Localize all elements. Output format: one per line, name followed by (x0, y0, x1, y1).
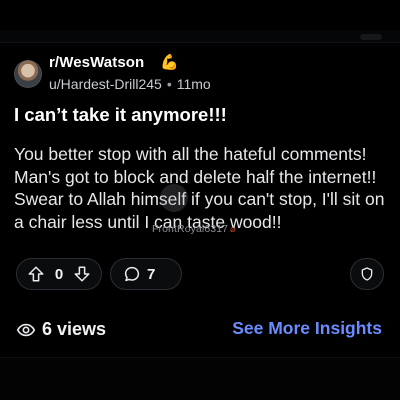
watermark-text: FrontRoyal6317 (152, 223, 229, 235)
comment-count: 7 (147, 265, 156, 283)
comment-bubble-icon (123, 265, 141, 283)
mod-shield-button[interactable] (350, 258, 384, 290)
vote-pill: 0 (16, 258, 102, 290)
views-count: 6 views (42, 319, 107, 339)
separator-dot: • (166, 76, 172, 92)
post-title[interactable]: I can’t take it anymore!!! (14, 104, 384, 126)
screenshot-frame: r/WesWatson 💪 u/Hardest-Drill245 • 11mo I … (0, 0, 400, 400)
author-line: u/Hardest-Drill245 • 11mo (49, 76, 211, 92)
top-bar-edge (0, 30, 400, 43)
flexed-arm-icon: 💪 (160, 54, 179, 71)
post-age: 11mo (176, 76, 211, 92)
eye-icon (16, 320, 36, 345)
avatar[interactable] (14, 60, 42, 88)
author-name[interactable]: u/Hardest-Drill245 (49, 76, 162, 92)
post-body[interactable]: You better stop with all the hateful com… (14, 143, 388, 233)
action-bar: 0 7 (14, 258, 386, 292)
post-footer: 6 views See More Insights (14, 318, 386, 342)
subreddit-name[interactable]: r/WesWatson (49, 54, 144, 71)
bottom-band (0, 357, 400, 400)
see-more-insights-link[interactable]: See More Insights (232, 318, 382, 339)
shield-icon (359, 266, 375, 282)
watermark-mark: ⌀ (230, 224, 236, 234)
watermark: FrontRoyal6317 ⌀ (152, 223, 236, 235)
watermark-circle (160, 184, 188, 212)
vote-count: 0 (54, 265, 64, 283)
comments-button[interactable]: 7 (110, 258, 182, 290)
upvote-icon[interactable] (27, 265, 45, 283)
top-handle (360, 34, 382, 40)
post-header: r/WesWatson 💪 u/Hardest-Drill245 • 11mo (14, 54, 384, 96)
downvote-icon[interactable] (73, 265, 91, 283)
